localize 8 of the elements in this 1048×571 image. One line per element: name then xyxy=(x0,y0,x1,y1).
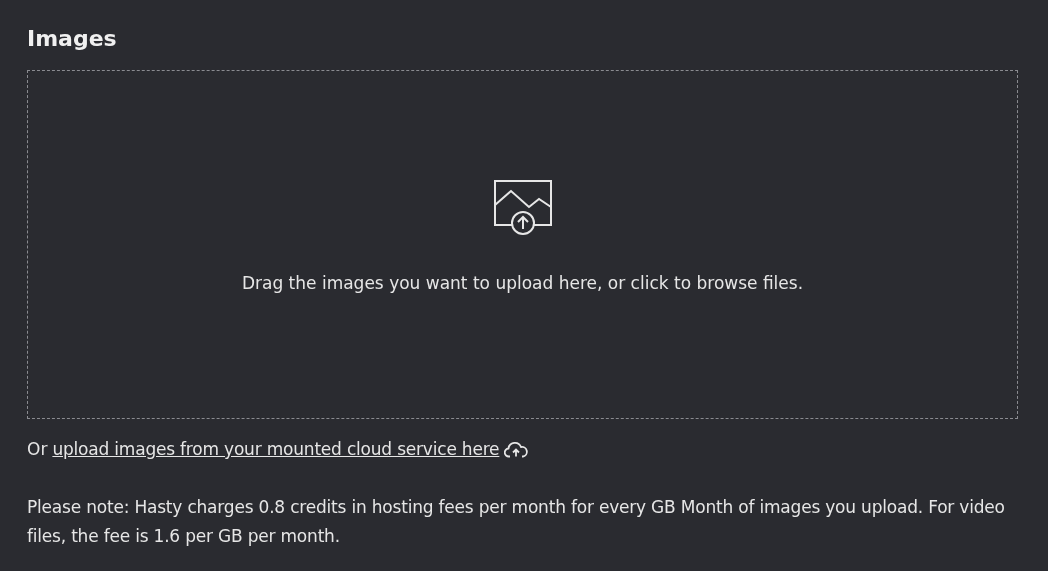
image-upload-icon xyxy=(492,178,553,235)
upload-dropzone[interactable]: Drag the images you want to upload here, or click to browse files. xyxy=(27,70,1018,419)
cloud-upload-link[interactable]: upload images from your mounted cloud service here xyxy=(52,437,500,461)
hosting-fee-note: Please note: Hasty charges 0.8 credits in hosting fees per month for every GB Month of images you upload. For video files, the fee is 1.6 per GB per month. xyxy=(27,496,1006,548)
cloud-upload-icon xyxy=(504,440,529,458)
section-title: Images xyxy=(27,25,118,53)
cloud-upload-prefix: Or xyxy=(27,438,48,461)
dropzone-instruction: Drag the images you want to upload here, or click to browse files. xyxy=(241,272,804,293)
